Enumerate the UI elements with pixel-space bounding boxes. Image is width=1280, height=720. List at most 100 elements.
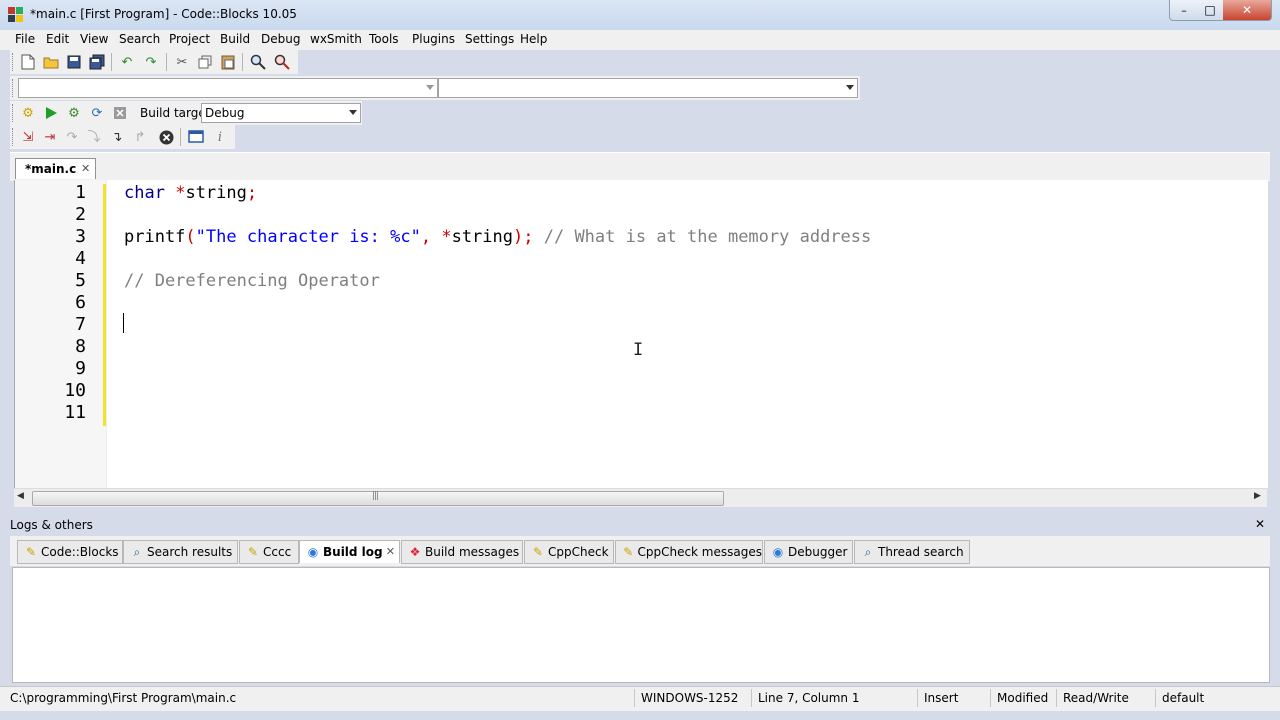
log-tab-label: CppCheck (548, 545, 609, 559)
log-tab-build-messages[interactable]: ❖ Build messages (401, 540, 523, 564)
log-tab-search-results[interactable]: ⌕ Search results (123, 540, 238, 564)
status-separator (990, 689, 991, 707)
log-tab-label: Build messages (425, 545, 520, 559)
chevron-down-icon (426, 85, 434, 90)
scroll-left-icon[interactable]: ◀ (17, 491, 24, 501)
save-all-icon[interactable] (88, 53, 106, 71)
log-tab-cppcheck[interactable]: ✎ CppCheck (524, 540, 614, 564)
copy-icon[interactable] (196, 53, 214, 71)
line-number: 11 (64, 402, 86, 423)
minimize-button[interactable]: – (1169, 0, 1199, 21)
window-title: *main.c [First Program] - Code::Blocks 1… (30, 7, 297, 21)
cut-icon[interactable]: ✂ (173, 53, 191, 71)
paste-icon[interactable] (219, 53, 237, 71)
run-to-cursor-icon[interactable]: ⇥ (41, 128, 59, 146)
toolbar-separator (111, 53, 112, 71)
open-file-icon[interactable] (42, 53, 60, 71)
log-tab-cppcheck-messages[interactable]: ✎ CppCheck messages (615, 540, 763, 564)
step-out-icon[interactable]: ↱ (131, 128, 149, 146)
log-tab-cccc[interactable]: ✎ Cccc (239, 540, 299, 564)
debugger-toolbar: ⇲ ⇥ ↷ ⤵ ↴ ↱ i (10, 125, 235, 149)
menu-file[interactable]: File (15, 32, 35, 46)
close-tab-icon[interactable]: ✕ (386, 545, 395, 558)
build-gear-icon[interactable]: ⚙ (19, 104, 37, 122)
menu-help[interactable]: Help (520, 32, 547, 46)
menu-wxsmith[interactable]: wxSmith (310, 32, 362, 46)
code-line-1: char *string; (124, 182, 257, 204)
identifier: printf (124, 227, 186, 247)
menu-project[interactable]: Project (169, 32, 210, 46)
abort-icon[interactable] (111, 104, 129, 122)
undo-icon[interactable]: ↶ (118, 53, 136, 71)
build-log-output[interactable] (12, 567, 1270, 683)
log-tab-codeblocks[interactable]: ✎ Code::Blocks (17, 540, 123, 564)
status-encoding: WINDOWS-1252 (641, 691, 739, 705)
toolbar-grip[interactable] (12, 53, 16, 71)
log-tab-label: Debugger (788, 545, 848, 559)
menu-view[interactable]: View (80, 32, 108, 46)
editor-tab-main-c[interactable]: *main.c ✕ (15, 158, 96, 179)
find-icon[interactable] (249, 53, 267, 71)
redo-icon[interactable]: ↷ (142, 53, 160, 71)
toolbar-grip[interactable] (12, 128, 16, 146)
scope-combo[interactable] (18, 78, 438, 98)
menu-search[interactable]: Search (119, 32, 160, 46)
gear-icon: ◉ (772, 545, 784, 559)
line-number: 7 (75, 314, 86, 335)
save-icon[interactable] (65, 53, 83, 71)
next-instruction-icon[interactable]: ⤵ (85, 128, 103, 146)
menu-plugins[interactable]: Plugins (412, 32, 455, 46)
run-icon[interactable] (42, 104, 60, 122)
stop-debugger-icon[interactable] (157, 128, 175, 146)
menu-edit[interactable]: Edit (46, 32, 69, 46)
status-separator (751, 689, 752, 707)
log-tab-label: Search results (147, 545, 233, 559)
log-tab-debugger[interactable]: ◉ Debugger (764, 540, 853, 564)
replace-icon[interactable] (273, 53, 291, 71)
toolbar-grip[interactable] (12, 104, 16, 122)
step-into-icon[interactable]: ↴ (108, 128, 126, 146)
line-number: 3 (75, 226, 86, 247)
build-messages-icon: ❖ (409, 545, 421, 559)
log-tab-build-log[interactable]: ◉ Build log ✕ (299, 540, 400, 563)
function-combo[interactable] (438, 78, 858, 98)
log-tab-label: Cccc (263, 545, 292, 559)
tab-close-icon[interactable]: ✕ (81, 162, 90, 175)
maximize-button[interactable]: □ (1197, 0, 1224, 21)
menu-tools[interactable]: Tools (369, 32, 399, 46)
pencil-icon: ✎ (623, 545, 634, 559)
build-target-select[interactable]: Debug (201, 103, 361, 123)
log-tab-thread-search[interactable]: ⌕ Thread search (854, 540, 970, 564)
toolbar-grip[interactable] (12, 79, 16, 97)
main-toolbar: ↶ ↷ ✂ (10, 50, 298, 74)
log-tab-label: Code::Blocks (41, 545, 119, 559)
scrollbar-thumb[interactable]: ||| (32, 491, 724, 506)
string-literal: "The character is: %c" (195, 227, 421, 247)
logs-panel-title: Logs & others (10, 518, 93, 532)
search-icon: ⌕ (864, 544, 872, 559)
grip-icon: ||| (372, 491, 379, 501)
menu-debug[interactable]: Debug (261, 32, 300, 46)
new-file-icon[interactable] (19, 53, 37, 71)
debugging-windows-icon[interactable] (187, 128, 205, 146)
logs-close-icon[interactable]: ✕ (1255, 517, 1265, 531)
code-line-3: printf("The character is: %c", *string);… (124, 226, 871, 248)
fold-margin[interactable] (106, 180, 124, 488)
status-separator (917, 689, 918, 707)
info-icon[interactable]: i (211, 128, 229, 146)
line-number: 4 (75, 248, 86, 269)
scroll-right-icon[interactable]: ▶ (1254, 491, 1261, 501)
next-line-icon[interactable]: ↷ (63, 128, 81, 146)
close-window-button[interactable]: ✕ (1223, 0, 1272, 21)
maximize-icon: □ (1204, 3, 1216, 17)
debug-start-icon[interactable]: ⇲ (19, 128, 37, 146)
rebuild-icon[interactable]: ⟳ (88, 104, 106, 122)
editor-horizontal-scrollbar[interactable]: ◀ ||| ▶ (14, 488, 1267, 507)
log-tab-label: CppCheck messages (637, 545, 762, 559)
code-line-5: // Dereferencing Operator (124, 270, 380, 292)
menu-build[interactable]: Build (220, 32, 250, 46)
code-editor[interactable]: 1 2 3 4 5 6 7 8 9 10 11 char *string; pr… (14, 180, 1268, 488)
menu-settings[interactable]: Settings (465, 32, 514, 46)
build-and-run-icon[interactable]: ⚙ (65, 104, 83, 122)
